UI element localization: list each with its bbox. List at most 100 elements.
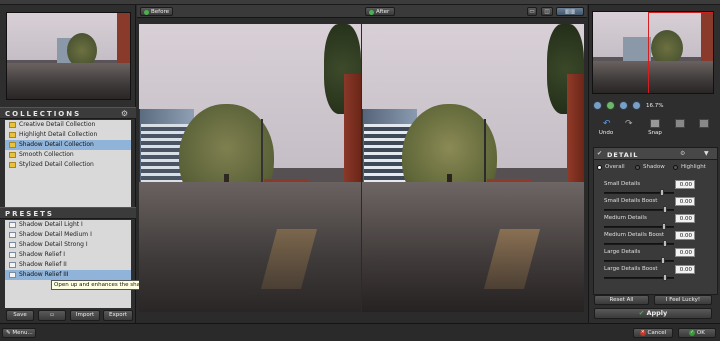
footer-bar: ✎ Menu... ✕ Cancel ✓ OK [0,323,720,341]
slider-value-field[interactable]: 0.00 [675,231,695,240]
document-icon [9,272,16,278]
document-icon [9,262,16,268]
zoom-actual-icon[interactable] [632,101,641,110]
document-icon [9,222,16,228]
collections-title: COLLECTIONS [5,110,82,118]
compare-history-icon[interactable] [675,119,685,128]
presets-list: Shadow Detail Light I Shadow Detail Medi… [5,220,131,308]
collapse-icon[interactable]: ▼ [704,150,709,157]
left-panel: COLLECTIONS ⚙ Creative Detail Collection… [0,5,174,323]
folder-icon [9,152,16,158]
collection-item[interactable]: Stylized Detail Collection [5,160,131,170]
zoom-level: 16.7% [646,103,664,109]
after-image[interactable] [362,24,584,312]
slider-value-field[interactable]: 0.00 [675,180,695,189]
navigator-preview[interactable] [592,11,714,94]
slider-handle[interactable] [661,257,665,264]
mode-highlight-label[interactable]: Highlight [681,164,706,170]
slider-handle[interactable] [663,206,667,213]
slider-label: Medium Details Boost [604,232,665,238]
tools-icon: ✎ [6,330,11,336]
slider-label: Large Details [604,249,641,255]
zoom-fit-icon[interactable] [593,101,602,110]
slider-handle[interactable] [660,189,664,196]
gear-icon[interactable]: ⚙ [121,108,130,120]
export-preset-button[interactable]: Export [103,310,133,321]
zoom-out-icon[interactable] [619,101,628,110]
document-icon [9,232,16,238]
zoom-in-icon[interactable] [606,101,615,110]
save-preset-button[interactable]: Save [6,310,34,321]
after-dot-icon [369,10,374,15]
before-image[interactable] [139,24,361,312]
slider-row: Medium Details 0.00 [598,214,698,231]
undo-label[interactable]: Undo [595,130,617,136]
ok-label: OK [696,330,705,336]
preset-label: Shadow Detail Strong I [19,241,88,248]
folder-icon [9,132,16,138]
import-preset-button[interactable]: Import [70,310,100,321]
apply-button[interactable]: ✔ Apply [594,308,712,319]
detail-check-icon[interactable]: ✔ [597,150,602,157]
snap-icon[interactable] [650,119,660,128]
collection-item-selected[interactable]: Shadow Detail Collection [5,140,131,150]
before-label: Before [151,9,169,15]
new-preset-button[interactable]: ▫ [38,310,66,321]
collection-label: Shadow Detail Collection [19,141,94,148]
document-icon [9,252,16,258]
slider-handle[interactable] [662,223,666,230]
ok-button[interactable]: ✓ OK [678,328,716,338]
slider-row: Large Details 0.00 [598,248,698,265]
slider-value-field[interactable]: 0.00 [675,265,695,274]
after-tab[interactable]: After [365,7,395,16]
reset-all-button[interactable]: Reset All [594,295,649,305]
apply-label: Apply [646,309,668,317]
mode-overall-label[interactable]: Overall [605,164,625,170]
before-tab[interactable]: Before [140,7,173,16]
menu-button[interactable]: ✎ Menu... [2,328,36,338]
preset-item[interactable]: Shadow Relief I [5,250,131,260]
after-label: After [376,9,390,15]
undo-icon[interactable]: ↶ [603,119,611,129]
slider-row: Small Details 0.00 [598,180,698,197]
preset-item[interactable]: Shadow Relief II [5,260,131,270]
preset-item[interactable]: Shadow Detail Strong I [5,240,131,250]
cancel-button[interactable]: ✕ Cancel [633,328,673,338]
mode-shadow-label[interactable]: Shadow [643,164,665,170]
feel-lucky-button[interactable]: I Feel Lucky! [654,295,712,305]
folder-icon [9,122,16,128]
collection-item[interactable]: Highlight Detail Collection [5,130,131,140]
split-view-icon: ◫ [544,9,550,15]
slider-value-field[interactable]: 0.00 [675,197,695,206]
slider-row: Medium Details Boost 0.00 [598,231,698,248]
snap-label[interactable]: Snap [644,130,666,136]
side-by-side-button[interactable]: ▥▥ [556,7,584,16]
slider-value-field[interactable]: 0.00 [675,248,695,257]
preset-item[interactable]: Shadow Detail Light I [5,220,131,230]
navigator-viewport-box[interactable] [648,12,713,93]
preset-item[interactable]: Shadow Detail Medium I [5,230,131,240]
collection-item[interactable]: Smooth Collection [5,150,131,160]
before-dot-icon [144,10,149,15]
redo-icon[interactable]: ↷ [625,119,633,129]
single-view-button[interactable]: ▭ [527,7,537,16]
history-bar: ↶ Undo ↷ Snap [589,115,720,143]
history-browser-icon[interactable] [699,119,709,128]
radio-shadow[interactable] [635,165,640,170]
collection-item[interactable]: Creative Detail Collection [5,120,131,130]
slider-handle[interactable] [663,274,667,281]
split-view-button[interactable]: ◫ [541,7,553,16]
slider-value-field[interactable]: 0.00 [675,214,695,223]
detail-options-icon[interactable]: ⚙ [680,150,685,157]
document-icon [9,242,16,248]
collection-label: Smooth Collection [19,151,74,158]
preset-label: Shadow Relief III [19,271,69,278]
radio-highlight[interactable] [673,165,678,170]
preset-item-selected[interactable]: Shadow Relief III [5,270,131,280]
feel-lucky-label: I Feel Lucky! [665,297,701,303]
folder-icon [9,142,16,148]
slider-row: Small Details Boost 0.00 [598,197,698,214]
radio-overall[interactable] [597,165,602,170]
compare-toolbar: Before After ▭ ◫ ▥▥ [137,5,587,18]
slider-handle[interactable] [663,240,667,247]
